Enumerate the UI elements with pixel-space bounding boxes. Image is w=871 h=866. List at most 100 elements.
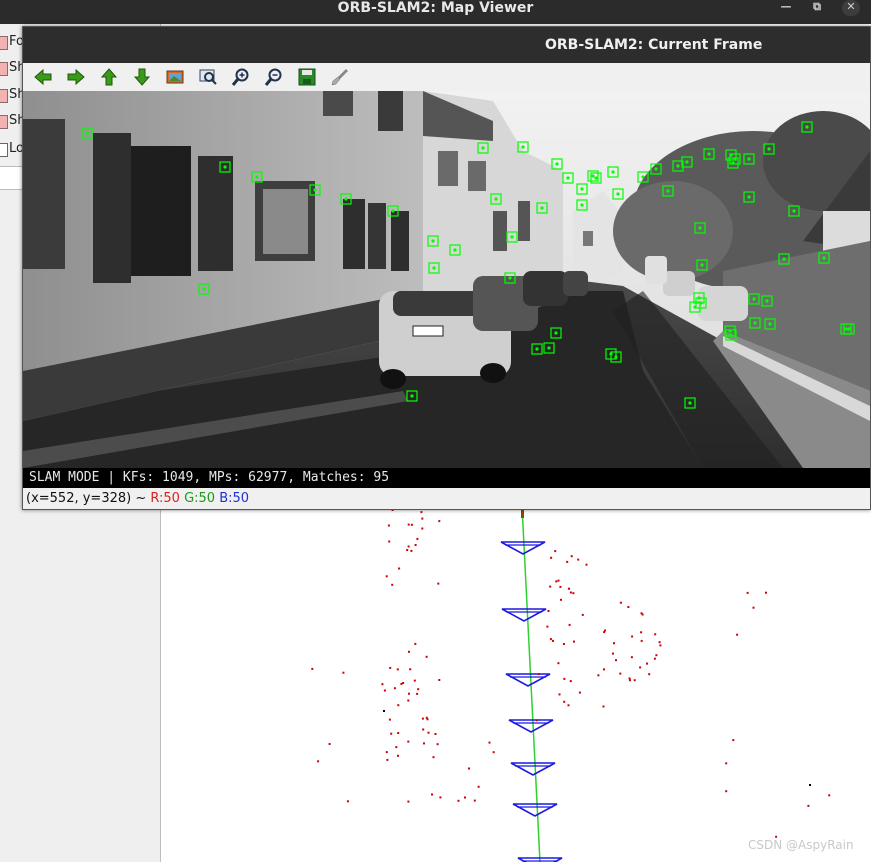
maximize-icon[interactable]: ⧉ (808, 0, 826, 16)
arrow-down-icon[interactable] (132, 67, 152, 87)
map-point (410, 523, 413, 526)
map-point (615, 659, 617, 662)
map-point (383, 689, 386, 692)
zoom-in-icon[interactable] (231, 67, 251, 87)
map-point (554, 550, 557, 553)
map-point-reference (809, 784, 811, 786)
close-icon[interactable]: ✕ (842, 0, 860, 16)
map-point (602, 705, 605, 708)
map-point (628, 677, 631, 680)
map-point (457, 799, 460, 802)
checkbox-checked[interactable] (0, 115, 8, 129)
map-point (416, 537, 419, 540)
status-bar: SLAM MODE | KFs: 1049, MPs: 62977, Match… (23, 468, 870, 488)
image-icon[interactable] (165, 67, 185, 87)
toolbar (23, 63, 870, 92)
current-frame-window[interactable]: ORB-SLAM2: Current Frame SLAM MODE | KFs… (22, 26, 871, 510)
map-point (431, 793, 433, 796)
map-point (473, 799, 476, 802)
feature-point-box (406, 390, 418, 402)
feature-point-box (449, 244, 461, 256)
map-point (640, 639, 643, 642)
feature-point-box (684, 397, 696, 409)
keyframe-marker (510, 762, 556, 776)
map-point (397, 732, 400, 734)
map-point (416, 692, 419, 695)
arrow-left-icon[interactable] (33, 67, 53, 87)
keyframe-marker (500, 541, 546, 555)
map-point (568, 587, 570, 590)
map-point (654, 633, 657, 636)
map-point (563, 677, 566, 680)
map-point (400, 682, 403, 685)
map-point (439, 796, 442, 799)
arrow-right-icon[interactable] (66, 67, 86, 87)
checkbox-checked[interactable] (0, 36, 8, 50)
feature-point-box (504, 272, 516, 284)
map-point (640, 631, 643, 634)
map-point (396, 668, 399, 671)
feature-point-box (612, 188, 624, 200)
map-point (746, 591, 749, 594)
map-point (569, 680, 572, 683)
watermark: CSDN @AspyRain (748, 838, 854, 852)
arrow-up-icon[interactable] (99, 67, 119, 87)
map-point (535, 719, 538, 722)
map-point (659, 644, 662, 647)
checkbox-checked[interactable] (0, 89, 8, 103)
map-point (437, 582, 440, 585)
pixel-blue-value: B:50 (219, 491, 250, 506)
map-viewer-titlebar[interactable]: ORB-SLAM2: Map Viewer — ⧉ ✕ (0, 0, 871, 24)
map-point (546, 625, 549, 628)
map-point (311, 667, 314, 670)
map-point (563, 700, 566, 703)
map-viewer-title: ORB-SLAM2: Map Viewer (337, 0, 534, 16)
map-point (407, 699, 410, 702)
map-point (385, 575, 388, 578)
map-point (585, 563, 588, 566)
keyframe-marker (505, 673, 551, 687)
minimize-icon[interactable]: — (777, 0, 795, 16)
map-point (641, 613, 644, 616)
camera-frame-image[interactable] (23, 91, 870, 468)
map-point (631, 635, 634, 638)
feature-point-box (650, 163, 662, 175)
map-point (613, 642, 615, 645)
map-point (387, 524, 390, 527)
current-frame-titlebar[interactable]: ORB-SLAM2: Current Frame (23, 27, 870, 63)
map-point (390, 732, 393, 735)
map-point (550, 556, 553, 559)
map-point (407, 740, 410, 743)
map-point (653, 657, 656, 660)
pixel-coords: (x=552, y=328) ~ (26, 491, 151, 506)
save-icon[interactable] (297, 67, 317, 87)
map-point (562, 643, 565, 645)
checkbox-checked[interactable] (0, 62, 8, 76)
map-point (572, 592, 575, 595)
zoom-out-icon[interactable] (264, 67, 284, 87)
checkbox-unchecked[interactable] (0, 143, 8, 157)
map-point (633, 679, 636, 682)
brush-icon[interactable] (330, 67, 350, 87)
feature-point-box (536, 202, 548, 214)
map-point (408, 650, 410, 653)
map-point (567, 704, 570, 707)
map-point (468, 767, 470, 770)
feature-point-box (477, 142, 489, 154)
feature-point-box (219, 161, 231, 173)
map-point (569, 591, 572, 594)
feature-point-box (703, 148, 715, 160)
map-point (568, 623, 571, 626)
map-point (438, 520, 441, 523)
map-point (409, 668, 412, 671)
zoom-fit-icon[interactable] (198, 67, 218, 87)
map-point (389, 666, 392, 669)
feature-point-box (761, 295, 773, 307)
feature-point-box (490, 193, 502, 205)
map-point (328, 743, 331, 745)
keyframe-marker (512, 803, 558, 817)
map-point (407, 523, 410, 526)
map-point (537, 673, 540, 676)
map-point (434, 733, 437, 735)
map-point (432, 756, 435, 759)
